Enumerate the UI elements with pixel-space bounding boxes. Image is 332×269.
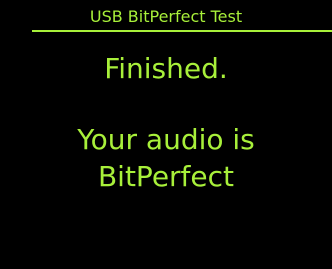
device-screen: USB BitPerfect Test Finished. Your audio…: [0, 0, 332, 269]
screen-title: USB BitPerfect Test: [89, 7, 243, 26]
title-underline: [32, 30, 332, 32]
result-message-line2: BitPerfect: [97, 160, 235, 193]
status-message: Finished.: [104, 52, 228, 85]
result-message-line1: Your audio is: [77, 123, 255, 156]
title-bar: USB BitPerfect Test: [0, 0, 332, 34]
